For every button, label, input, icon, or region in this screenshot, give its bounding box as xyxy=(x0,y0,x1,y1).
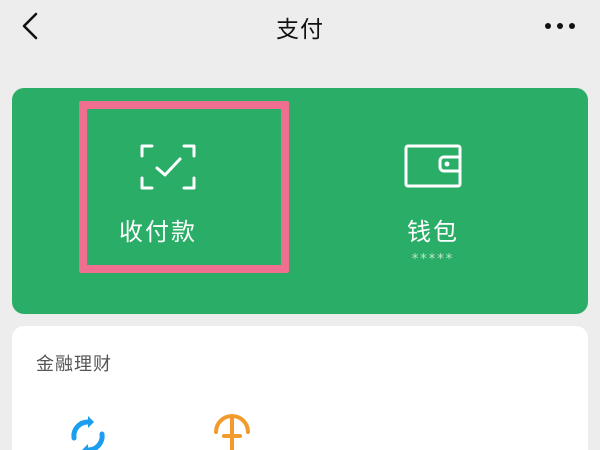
wallet-tile[interactable]: 钱包 ***** xyxy=(300,88,588,314)
more-dots-icon xyxy=(545,23,575,29)
wallet-icon xyxy=(404,144,462,188)
wallet-label: 钱包 xyxy=(407,218,459,246)
more-button[interactable] xyxy=(540,12,580,40)
top-bar: 支付 xyxy=(0,0,600,52)
finance-card: 金融理财 xyxy=(12,326,588,450)
section-title: 金融理财 xyxy=(36,354,112,375)
collect-payment-label: 收付款 xyxy=(119,218,197,246)
orange-finance-icon xyxy=(214,414,250,450)
finance-item-1[interactable] xyxy=(64,412,112,450)
finance-item-2[interactable] xyxy=(208,412,256,450)
collect-payment-tile[interactable]: 收付款 xyxy=(12,88,312,314)
scan-check-icon xyxy=(140,144,196,190)
payment-screen: 支付 收付款 钱包 ***** 金融理财 xyxy=(0,0,600,450)
pay-card: 收付款 钱包 ***** xyxy=(12,88,588,314)
wallet-balance: ***** xyxy=(411,252,455,267)
page-title: 支付 xyxy=(276,17,324,43)
blue-finance-icon xyxy=(71,416,105,450)
